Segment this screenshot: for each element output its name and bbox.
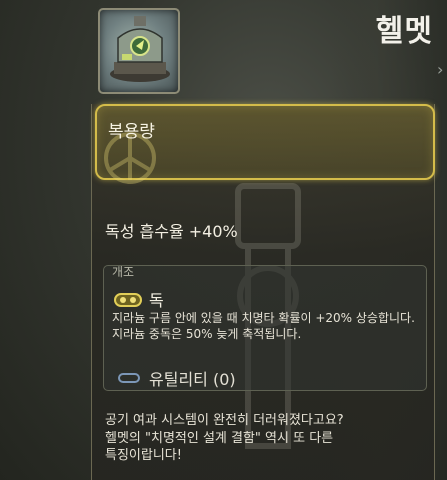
utility-slot-icon [118, 373, 140, 383]
flavor-line: 특징이랍니다! [105, 448, 182, 463]
item-title: 헬멧 [375, 14, 433, 49]
modification-title: 개조 [112, 265, 135, 279]
flavor-text: 공기 여과 시스템이 완전히 더러워졌다고요? 헬멧의 "치명적인 설계 결함"… [105, 412, 431, 465]
poison-mod-icon [114, 293, 142, 307]
poison-mod-name: 독 [149, 291, 164, 310]
utility-slot-label: 유틸리티 (0) [149, 370, 236, 389]
stat-line: 독성 흡수율 +40% [105, 222, 238, 241]
chevron-right-icon[interactable]: › [437, 60, 447, 82]
flavor-line: 헬멧의 "치명적인 설계 결함" 역시 또 다른 [105, 430, 334, 446]
helmet-icon [98, 8, 180, 94]
flavor-line: 공기 여과 시스템이 완전히 더러워졌다고요? [105, 413, 344, 428]
header-label: 복용량 [108, 122, 155, 142]
poison-mod-description: 지라늄 구름 안에 있을 때 치명타 확률이 +20% 상승합니다. 지라늄 중… [112, 311, 415, 341]
